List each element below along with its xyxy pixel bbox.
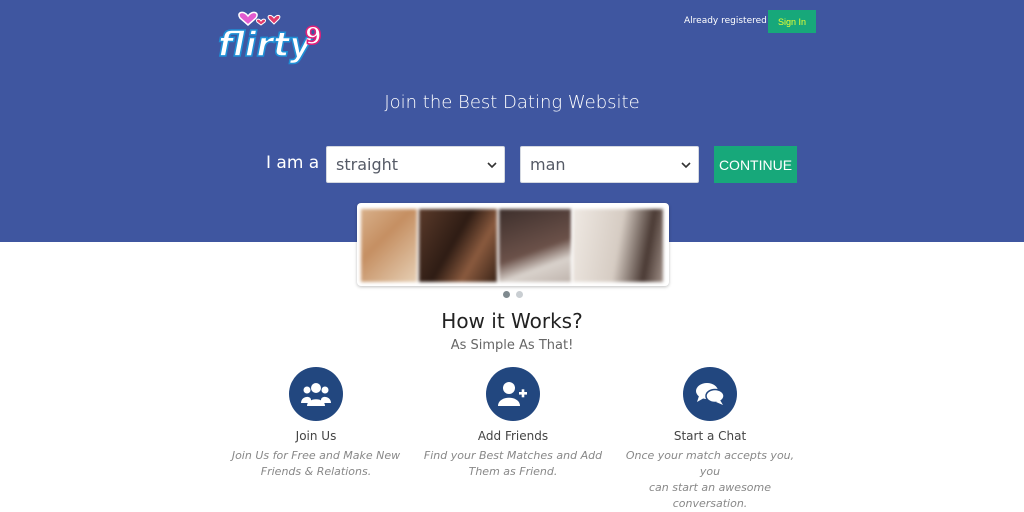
orientation-select[interactable]: straight (326, 146, 505, 183)
desc-line: Them as Friend. (468, 465, 558, 478)
hero-headline: Join the Best Dating Website (384, 92, 640, 113)
feature-title: Start a Chat (673, 429, 747, 443)
i-am-label: I am a (266, 153, 320, 173)
sign-in-button[interactable]: Sign In (768, 10, 816, 33)
profile-carousel[interactable] (357, 203, 669, 286)
continue-button[interactable]: CONTINUE (714, 146, 797, 183)
desc-line: conversation. (672, 497, 748, 510)
svg-text:9: 9 (305, 22, 322, 50)
profile-photo[interactable] (419, 209, 497, 282)
already-registered-text: Already registered ? (684, 16, 775, 26)
desc-line: Friends & Relations. (260, 465, 372, 478)
orientation-value: straight (336, 155, 399, 174)
profile-photo[interactable] (361, 209, 417, 282)
profile-photo[interactable] (499, 209, 571, 282)
feature-add-friends: Add Friends Find your Best Matches and A… (423, 367, 603, 480)
chevron-down-icon (681, 162, 691, 169)
how-it-works-subtitle: As Simple As That! (450, 338, 574, 353)
add-friend-icon (486, 367, 540, 421)
desc-line: Once your match accepts you, you (625, 449, 795, 478)
desc-line: Join Us for Free and Make New (231, 449, 401, 462)
chevron-down-icon (487, 162, 497, 169)
desc-line: Find your Best Matches and Add (423, 449, 603, 462)
svg-text:flirty: flirty (218, 25, 313, 65)
feature-title: Join Us (295, 429, 337, 443)
desc-line: can start an awesome (648, 481, 772, 494)
how-it-works-title: How it Works? (441, 309, 583, 333)
feature-description: Find your Best Matches and Add Them as F… (423, 448, 603, 480)
carousel-dot-active[interactable] (503, 291, 510, 298)
gender-select[interactable]: man (520, 146, 699, 183)
feature-join-us: Join Us Join Us for Free and Make New Fr… (226, 367, 406, 480)
feature-title: Add Friends (477, 429, 549, 443)
chat-icon (683, 367, 737, 421)
feature-description: Join Us for Free and Make New Friends & … (226, 448, 406, 480)
flirty9-logo[interactable]: flirty 9 (216, 4, 326, 68)
group-icon (289, 367, 343, 421)
feature-description: Once your match accepts you, you can sta… (620, 448, 800, 512)
gender-value: man (530, 155, 566, 174)
carousel-dot[interactable] (516, 291, 523, 298)
profile-photo[interactable] (573, 209, 663, 282)
feature-start-chat: Start a Chat Once your match accepts you… (620, 367, 800, 512)
